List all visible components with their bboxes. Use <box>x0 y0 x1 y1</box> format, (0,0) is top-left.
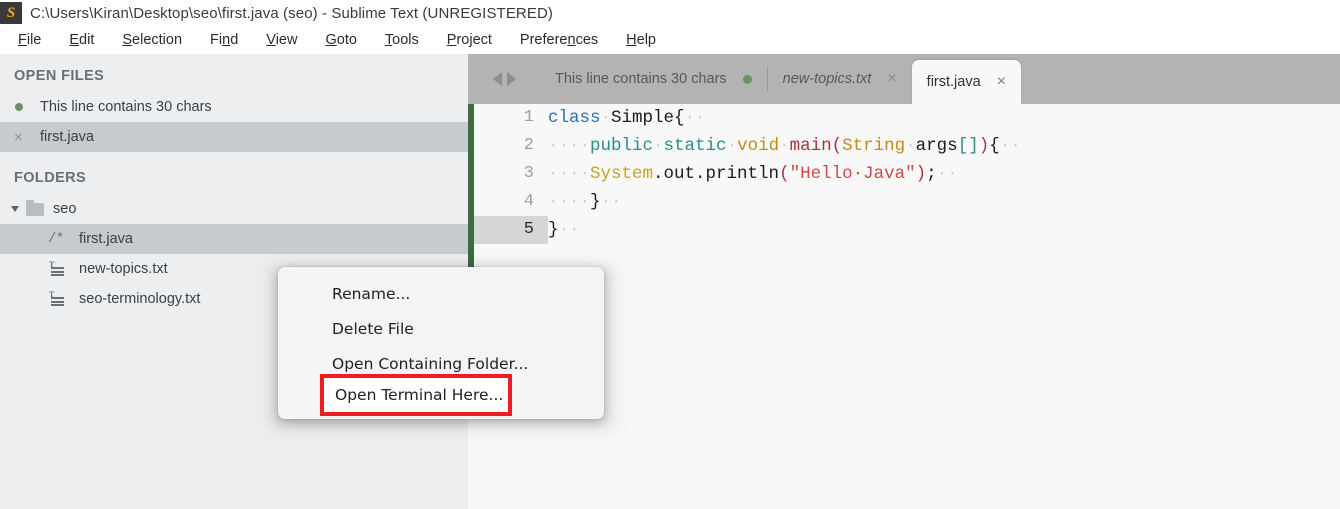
context-menu-item-open-terminal-here[interactable]: Open Terminal Here... <box>320 374 512 416</box>
menu-item-selection[interactable]: Selection <box>108 30 196 50</box>
tab-label: This line contains 30 chars <box>555 71 727 87</box>
code-text: ····}·· <box>548 192 622 212</box>
text-file-icon: T <box>48 260 68 276</box>
nav-next-icon[interactable] <box>506 72 516 86</box>
menu-item-file[interactable]: File <box>4 30 55 50</box>
context-menu: Rename... Delete File Open Containing Fold… <box>278 267 604 419</box>
tab-close-icon[interactable]: × <box>997 74 1006 90</box>
folder-icon <box>26 199 44 216</box>
sublime-logo-icon: S <box>0 2 22 24</box>
code-line: 1 class·Simple{·· <box>474 104 1340 132</box>
menu-item-project[interactable]: Project <box>433 30 506 50</box>
menu-item-goto[interactable]: Goto <box>311 30 370 50</box>
text-file-icon: T <box>48 290 68 306</box>
menu-item-help[interactable]: Help <box>612 30 670 50</box>
menu-item-view[interactable]: View <box>252 30 311 50</box>
code-text: ····System.out.println("Hello·Java");·· <box>548 164 958 184</box>
context-menu-item-delete-file[interactable]: Delete File <box>278 311 604 346</box>
code-line: 2 ····public·static·void·main(String·args… <box>474 132 1340 160</box>
code-lines: 1 class·Simple{·· 2 ····public·static·void·… <box>474 104 1340 244</box>
line-number: 4 <box>523 192 534 211</box>
context-menu-items: Rename... Delete File Open Containing Fold… <box>278 276 604 416</box>
line-number: 1 <box>523 108 534 127</box>
context-menu-item-rename[interactable]: Rename... <box>278 276 604 311</box>
java-file-icon: /* <box>48 231 64 247</box>
code-text: class·Simple{·· <box>548 108 706 128</box>
menu-item-find[interactable]: Find <box>196 30 252 50</box>
unsaved-dot-icon[interactable] <box>742 74 752 84</box>
code-line: 5}·· <box>474 216 1340 244</box>
tab-label: new-topics.txt <box>782 71 872 87</box>
open-file-row[interactable]: This line contains 30 chars <box>0 92 468 122</box>
tab-nav-arrows[interactable] <box>468 54 540 104</box>
code-text: ····public·static·void·main(String·args[… <box>548 136 1021 156</box>
file-row[interactable]: /* first.java <box>0 224 468 254</box>
file-label: seo-terminology.txt <box>79 291 201 307</box>
tab-this-line-contains-30-chars[interactable]: This line contains 30 chars <box>540 54 767 104</box>
folders-header: FOLDERS <box>14 170 87 186</box>
menu-item-edit[interactable]: Edit <box>55 30 108 50</box>
title-bar: S C:\Users\Kiran\Desktop\seo\first.java … <box>0 0 1340 26</box>
code-line: 4 ····}·· <box>474 188 1340 216</box>
window-title: C:\Users\Kiran\Desktop\seo\first.java (s… <box>30 4 553 22</box>
code-text: }·· <box>548 220 580 240</box>
tab-first-java[interactable]: first.java × <box>911 60 1022 104</box>
unsaved-dot-icon <box>14 103 40 111</box>
open-files-header: OPEN FILES <box>14 68 105 84</box>
file-label: first.java <box>79 231 133 247</box>
line-number: 3 <box>523 164 534 183</box>
menu-bar: File Edit Selection Find View Goto Tools Projec… <box>0 26 1340 54</box>
folder-row-seo[interactable]: seo <box>0 194 468 224</box>
menu-item-tools[interactable]: Tools <box>371 30 433 50</box>
menu-item-preferences[interactable]: Preferences <box>506 30 612 50</box>
open-files-list: This line contains 30 chars × first.java <box>0 92 468 152</box>
sublime-text-window: S C:\Users\Kiran\Desktop\seo\first.java … <box>0 0 1340 509</box>
open-file-label: first.java <box>40 129 94 145</box>
chevron-down-icon[interactable] <box>11 206 19 212</box>
tab-close-icon[interactable]: × <box>887 71 896 87</box>
nav-prev-icon[interactable] <box>492 72 502 86</box>
tab-new-topics-txt[interactable]: new-topics.txt × <box>767 54 912 104</box>
tab-list: This line contains 30 chars new-topics.tx… <box>540 54 1022 104</box>
code-line: 3 ····System.out.println("Hello·Java");·· <box>474 160 1340 188</box>
line-number: 5 <box>474 216 548 244</box>
line-number: 2 <box>523 136 534 155</box>
open-file-label: This line contains 30 chars <box>40 99 212 115</box>
tab-bar: This line contains 30 chars new-topics.tx… <box>468 54 1340 104</box>
file-label: new-topics.txt <box>79 261 168 277</box>
open-file-row[interactable]: × first.java <box>0 122 468 152</box>
close-x-icon[interactable]: × <box>14 130 40 145</box>
tab-label: first.java <box>926 74 981 90</box>
folder-label: seo <box>53 201 77 217</box>
